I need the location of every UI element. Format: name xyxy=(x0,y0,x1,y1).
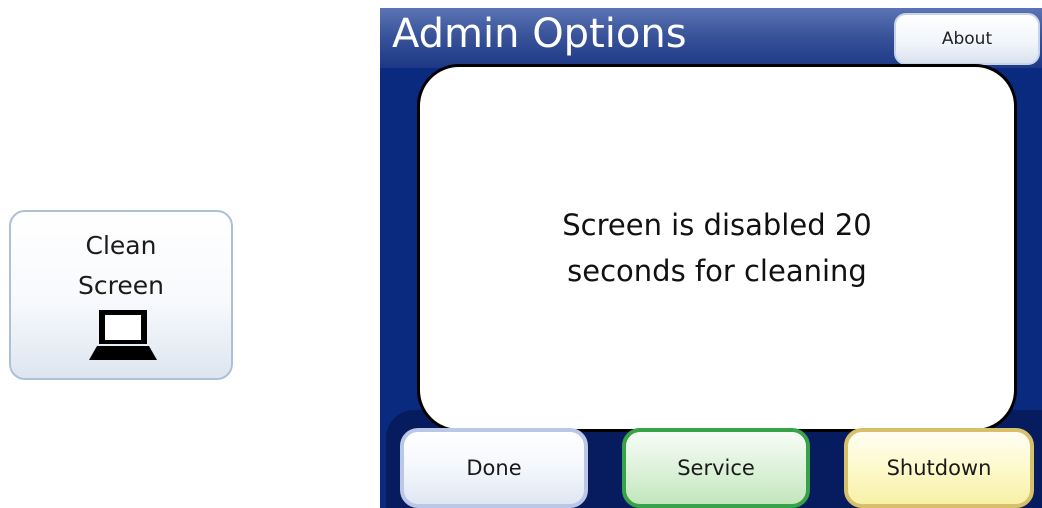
shutdown-button[interactable]: Shutdown xyxy=(844,428,1034,508)
admin-options-panel: Admin Options About Screen is disabled 2… xyxy=(380,8,1042,508)
service-button[interactable]: Service xyxy=(622,428,810,508)
done-button[interactable]: Done xyxy=(400,428,588,508)
clean-screen-label-line2: Screen xyxy=(78,271,164,300)
clean-screen-button[interactable]: Clean Screen xyxy=(9,210,233,380)
cleaning-message: Screen is disabled 20 seconds for cleani… xyxy=(562,202,871,294)
clean-screen-label-line1: Clean xyxy=(85,231,157,260)
clean-screen-label: Clean Screen xyxy=(11,226,231,306)
laptop-icon xyxy=(89,310,157,360)
cleaning-message-line1: Screen is disabled 20 xyxy=(562,208,872,242)
about-button[interactable]: About xyxy=(894,13,1040,65)
title-bar: Admin Options About xyxy=(380,8,1042,68)
cleaning-message-line2: seconds for cleaning xyxy=(567,254,867,288)
cleaning-message-dialog: Screen is disabled 20 seconds for cleani… xyxy=(417,64,1017,432)
page-title: Admin Options xyxy=(392,11,687,57)
